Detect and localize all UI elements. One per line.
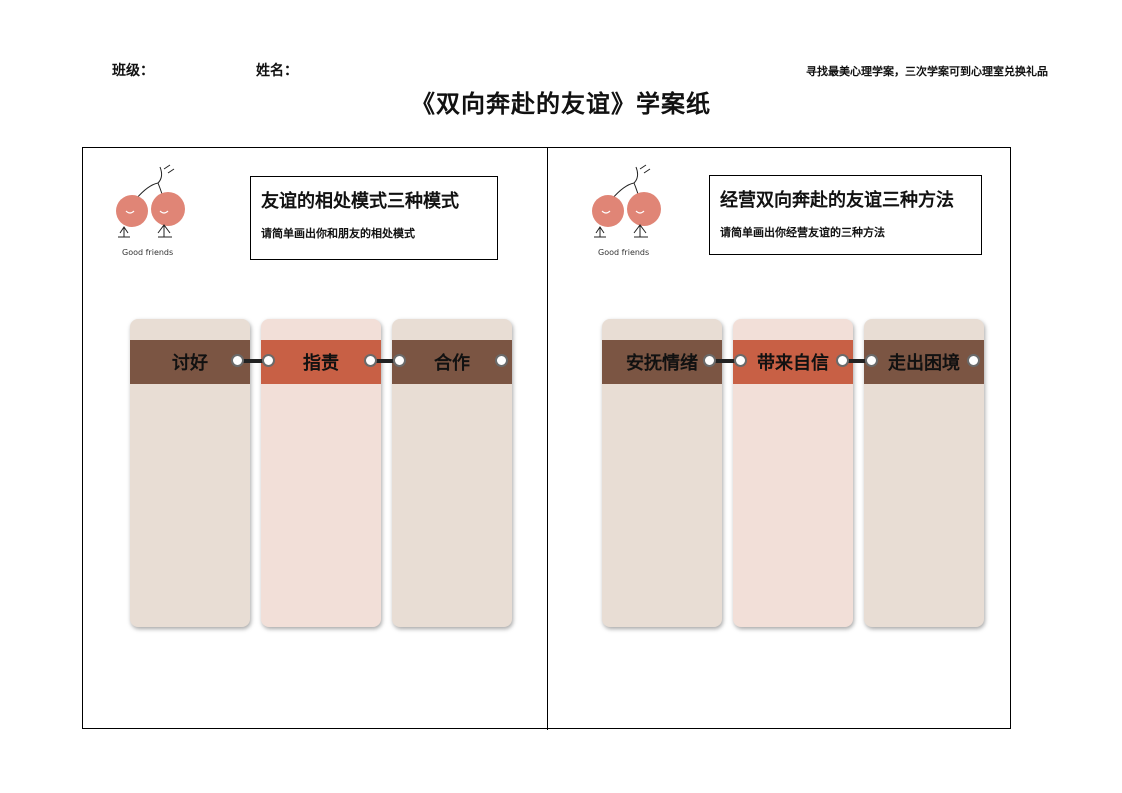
ring-icon [734, 354, 747, 367]
box-subheading: 请简单画出你和朋友的相处模式 [261, 227, 415, 240]
ring-icon [495, 354, 508, 367]
instruction-box: 友谊的相处模式三种模式 请简单画出你和朋友的相处模式 [250, 176, 498, 260]
name-label: 姓名： [256, 63, 298, 79]
instruction-box: 经营双向奔赴的友谊三种方法 请简单画出你经营友谊的三种方法 [709, 175, 982, 255]
cherry-logo-icon: Good friends [592, 164, 661, 257]
card-label: 指责 [261, 340, 381, 384]
class-label: 班级： [112, 63, 154, 79]
ring-icon [231, 354, 244, 367]
card-label: 带来自信 [733, 340, 853, 384]
ring-icon [836, 354, 849, 367]
ring-icon [703, 354, 716, 367]
cherry-logo-icon: Good friends [116, 164, 185, 257]
ring-icon [865, 354, 878, 367]
ring-icon [364, 354, 377, 367]
header-note: 寻找最美心理学案，三次学案可到心理室兑换礼品 [806, 65, 1048, 78]
ring-icon [262, 354, 275, 367]
logo-text: Good friends [598, 248, 649, 257]
ring-icon [393, 354, 406, 367]
box-heading: 经营双向奔赴的友谊三种方法 [720, 190, 954, 211]
panel-divider [547, 147, 548, 730]
ring-icon [967, 354, 980, 367]
box-subheading: 请简单画出你经营友谊的三种方法 [720, 226, 885, 239]
box-heading: 友谊的相处模式三种模式 [261, 191, 459, 212]
card-label: 合作 [392, 340, 512, 384]
logo-text: Good friends [122, 248, 173, 257]
card-label: 走出困境 [864, 340, 984, 384]
page-title: 《双向奔赴的友谊》学案纸 [411, 90, 711, 118]
